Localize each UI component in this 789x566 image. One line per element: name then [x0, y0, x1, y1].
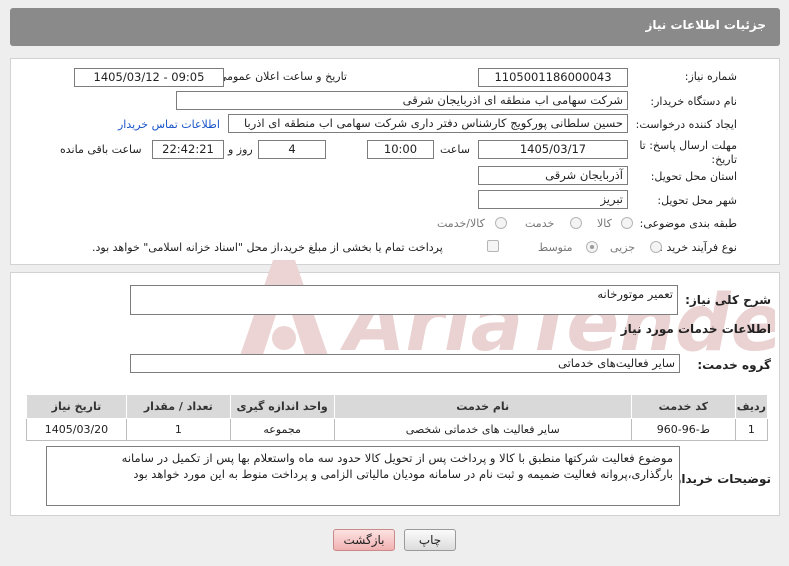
creator-field: حسین سلطانی پورکویج کارشناس دفتر داری شر…: [228, 114, 628, 133]
print-button[interactable]: چاپ: [404, 529, 456, 551]
process-radio-medium[interactable]: [586, 241, 598, 253]
process-radio-minor[interactable]: [650, 241, 662, 253]
category-radio-goods-service[interactable]: [495, 217, 507, 229]
services-section-title: اطلاعات خدمات مورد نیاز: [620, 322, 771, 336]
cell-unit: مجموعه: [229, 418, 335, 441]
deadline-time-field: 10:00: [367, 140, 434, 159]
page-header: جزئیات اطلاعات نیاز: [10, 8, 780, 46]
description-field: تعمیر موتورخانه: [130, 285, 678, 315]
category-radio-goods[interactable]: [621, 217, 633, 229]
service-group-field: سایر فعالیت‌های خدماتی: [130, 354, 680, 373]
buyer-notes-label: توضیحات خریدار:: [669, 472, 771, 486]
cell-quantity: 1: [125, 418, 231, 441]
category-label: طبقه بندی موضوعی:: [639, 217, 737, 230]
service-group-label: گروه خدمت:: [697, 358, 771, 372]
deadline-label: مهلت ارسال پاسخ: تا تاریخ:: [639, 139, 737, 166]
services-table-header: ردیف کد خدمت نام خدمت واحد اندازه گیری ت…: [26, 394, 769, 419]
cell-need-date: 1405/03/20: [26, 418, 127, 441]
process-option-minor: جزیی: [610, 241, 636, 254]
cell-service-code: ط-96-960: [630, 418, 736, 441]
category-radio-service[interactable]: [570, 217, 582, 229]
services-table: ردیف کد خدمت نام خدمت واحد اندازه گیری ت…: [26, 394, 769, 441]
page-title: جزئیات اطلاعات نیاز: [645, 18, 766, 32]
cell-service-name: سایر فعالیت های خدماتی شخصی: [333, 418, 632, 441]
days-label: روز و: [228, 143, 253, 156]
column-header-row-index: ردیف: [734, 394, 769, 419]
column-header-service-code: کد خدمت: [630, 394, 736, 419]
deadline-date-field: 1405/03/17: [478, 140, 628, 159]
remaining-time-label: ساعت باقی مانده: [60, 143, 142, 156]
category-option-goods-service: کالا/خدمت: [437, 217, 485, 230]
buyer-label: نام دستگاه خریدار:: [650, 95, 737, 108]
city-field: تبریز: [478, 190, 628, 209]
process-option-medium: متوسط: [538, 241, 573, 254]
need-number-label: شماره نیاز:: [684, 70, 737, 83]
back-button[interactable]: بازگشت: [333, 529, 395, 551]
column-header-service-name: نام خدمت: [333, 394, 632, 419]
creator-label: ایجاد کننده درخواست:: [635, 118, 737, 131]
buyer-notes-field: موضوع فعالیت شرکتها منطبق با کالا و پردا…: [46, 446, 680, 506]
buyer-field: شرکت سهامی اب منطقه ای اذربایجان شرقی: [176, 91, 628, 110]
province-field: آذربایجان شرقی: [478, 166, 628, 185]
buyer-contact-link[interactable]: اطلاعات تماس خریدار: [118, 118, 220, 131]
table-row: 1 ط-96-960 سایر فعالیت های خدماتی شخصی م…: [26, 418, 769, 441]
remaining-time-field: 22:42:21: [152, 140, 224, 159]
announce-date-field: 1405/03/12 - 09:05: [74, 68, 224, 87]
treasury-payment-note: پرداخت تمام یا بخشی از مبلغ خرید،از محل …: [92, 241, 443, 254]
province-label: استان محل تحویل:: [650, 170, 737, 183]
description-label: شرح کلی نیاز:: [685, 293, 771, 307]
announce-date-label: تاریخ و ساعت اعلان عمومی:: [214, 70, 347, 83]
need-number-field: 1105001186000043: [478, 68, 628, 87]
cell-row-index: 1: [734, 418, 769, 441]
category-option-goods: کالا: [597, 217, 612, 230]
deadline-time-label: ساعت: [440, 143, 470, 156]
city-label: شهر محل تحویل:: [657, 194, 737, 207]
process-label: نوع فرآیند خرید :: [659, 241, 737, 254]
column-header-need-date: تاریخ نیاز: [26, 394, 127, 419]
category-option-service: خدمت: [525, 217, 555, 230]
column-header-quantity: تعداد / مقدار: [125, 394, 231, 419]
treasury-payment-checkbox[interactable]: [487, 240, 499, 252]
days-remaining-field: 4: [258, 140, 326, 159]
column-header-unit: واحد اندازه گیری: [229, 394, 335, 419]
